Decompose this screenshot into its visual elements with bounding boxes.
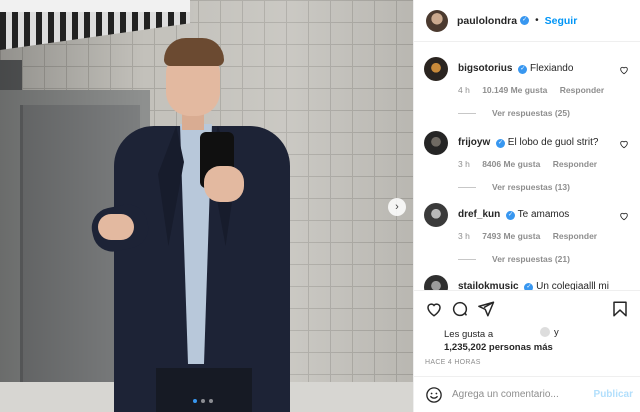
- divider: [458, 186, 476, 188]
- comment-icon: [452, 301, 468, 317]
- avatar[interactable]: [424, 203, 448, 227]
- share-icon: [478, 301, 495, 317]
- like-button[interactable]: [424, 299, 444, 319]
- view-replies-label: Ver respuestas (21): [492, 254, 570, 264]
- comment-time[interactable]: 3 h: [458, 231, 470, 241]
- comment-input[interactable]: [452, 389, 592, 400]
- avatar[interactable]: [424, 275, 448, 290]
- comment-likes[interactable]: 8406 Me gusta: [482, 159, 540, 169]
- hand-left: [98, 214, 134, 240]
- reply-button[interactable]: Responder: [553, 159, 597, 169]
- likes-count[interactable]: 1,235,202 personas más: [444, 342, 553, 353]
- view-replies-button[interactable]: Ver respuestas (13): [458, 182, 570, 192]
- comment-text: frijoyw ✓ El lobo de guol strit?: [458, 137, 618, 148]
- divider: [458, 112, 476, 114]
- post-timestamp[interactable]: HACE 4 HORAS: [425, 359, 481, 366]
- carousel-dot: [193, 399, 197, 403]
- view-replies-button[interactable]: Ver respuestas (21): [458, 254, 570, 264]
- verified-icon: ✓: [520, 16, 530, 25]
- likes-count-text: 1,235,202 personas más: [444, 342, 553, 353]
- comment-username[interactable]: bigsotorius: [458, 63, 512, 74]
- post-header: paulolondra ✓ • Seguir: [414, 0, 640, 42]
- pants: [156, 368, 252, 412]
- verified-icon: ✓: [506, 211, 516, 220]
- verified-icon: ✓: [524, 283, 534, 290]
- chevron-right-icon: ›: [395, 201, 399, 213]
- comment-meta: 3 h 7493 Me gusta Responder: [458, 231, 607, 241]
- comment-username[interactable]: dref_kun: [458, 209, 500, 220]
- comment-body: Te amamos: [517, 209, 570, 220]
- follow-button[interactable]: Seguir: [545, 15, 578, 27]
- avatar[interactable]: [424, 131, 448, 155]
- post-photo[interactable]: ›: [0, 0, 413, 412]
- comment-text: bigsotorius ✓ Flexiando: [458, 63, 618, 74]
- comment-likes[interactable]: 7493 Me gusta: [482, 231, 540, 241]
- reply-button[interactable]: Responder: [560, 85, 604, 95]
- comment-meta: 4 h 10.149 Me gusta Responder: [458, 85, 614, 95]
- save-button[interactable]: [610, 299, 630, 319]
- add-comment-bar: Publicar: [414, 376, 640, 412]
- likes-prefix: Les gusta a: [444, 329, 494, 340]
- comment-meta: 3 h 8406 Me gusta Responder: [458, 159, 607, 169]
- comment-text: dref_kun ✓ Te amamos: [458, 209, 618, 220]
- avatar[interactable]: [424, 57, 448, 81]
- comment-time[interactable]: 4 h: [458, 85, 470, 95]
- carousel-dot: [209, 399, 213, 403]
- heart-icon[interactable]: [619, 211, 629, 224]
- comment-body: Flexiando: [530, 63, 574, 74]
- comment-username[interactable]: stailokmusic: [458, 281, 519, 290]
- carousel-dot: [201, 399, 205, 403]
- comment-body: Un colegiaalll mi: [536, 281, 609, 290]
- person-figure: [88, 38, 302, 412]
- avatar[interactable]: [540, 327, 550, 337]
- divider: [458, 258, 476, 260]
- avatar[interactable]: [426, 9, 448, 32]
- carousel-dots: [193, 399, 213, 403]
- hair: [164, 38, 224, 66]
- likes-and: y: [554, 327, 559, 338]
- publish-button[interactable]: Publicar: [594, 389, 633, 400]
- comment-likes[interactable]: 10.149 Me gusta: [482, 85, 547, 95]
- comment-time[interactable]: 3 h: [458, 159, 470, 169]
- view-replies-button[interactable]: Ver respuestas (25): [458, 108, 570, 118]
- separator: •: [535, 15, 539, 26]
- emoji-icon[interactable]: [424, 385, 444, 405]
- comments-list[interactable]: bigsotorius ✓ Flexiando 4 h 10.149 Me gu…: [414, 43, 640, 290]
- comment-username[interactable]: frijoyw: [458, 137, 490, 148]
- comment-button[interactable]: [450, 299, 470, 319]
- carousel-next-button[interactable]: ›: [388, 198, 406, 216]
- comment-body: El lobo de guol strit?: [507, 137, 599, 148]
- likes-summary: Les gusta a: [444, 329, 493, 340]
- ceiling-light: [0, 0, 190, 12]
- post-author-username[interactable]: paulolondra: [457, 15, 517, 27]
- verified-icon: ✓: [518, 65, 528, 74]
- view-replies-label: Ver respuestas (25): [492, 108, 570, 118]
- heart-icon: [427, 303, 441, 317]
- verified-icon: ✓: [496, 139, 506, 148]
- share-button[interactable]: [476, 299, 496, 319]
- action-bar: [424, 297, 631, 321]
- heart-icon[interactable]: [619, 139, 629, 152]
- reply-button[interactable]: Responder: [553, 231, 597, 241]
- heart-icon[interactable]: [619, 65, 629, 78]
- view-replies-label: Ver respuestas (13): [492, 182, 570, 192]
- post-actions-area: Les gusta a y 1,235,202 personas más HAC…: [414, 290, 640, 374]
- post-sidebar: paulolondra ✓ • Seguir bigsotorius ✓ Fle…: [413, 0, 640, 412]
- bookmark-icon: [613, 301, 627, 317]
- hand-right: [204, 166, 244, 202]
- comment-text: stailokmusic ✓ Un colegiaalll mi: [458, 281, 618, 290]
